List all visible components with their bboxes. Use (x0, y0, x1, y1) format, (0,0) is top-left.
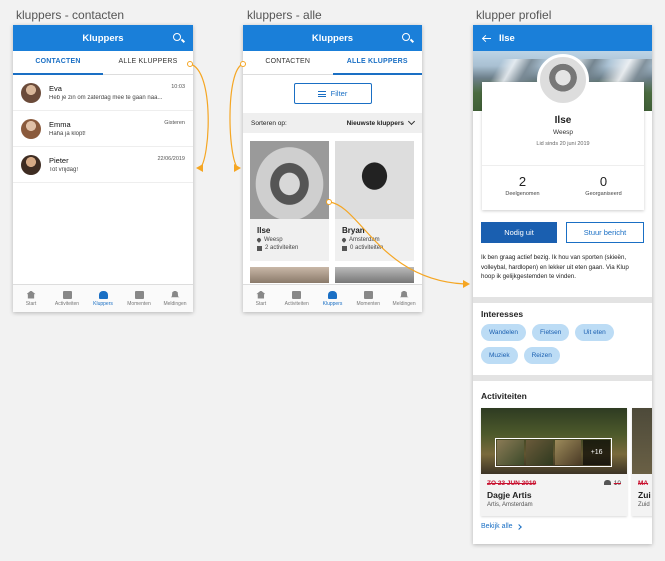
arrowhead (196, 164, 203, 172)
arrowhead (463, 280, 470, 288)
arrowhead (234, 164, 241, 172)
flow-connectors (187, 61, 470, 288)
flow-node (326, 199, 332, 205)
flow-line (189, 63, 209, 169)
flow-line (229, 63, 244, 169)
flow-node (240, 61, 246, 67)
flow-line (328, 201, 466, 285)
flow-node (187, 61, 193, 67)
